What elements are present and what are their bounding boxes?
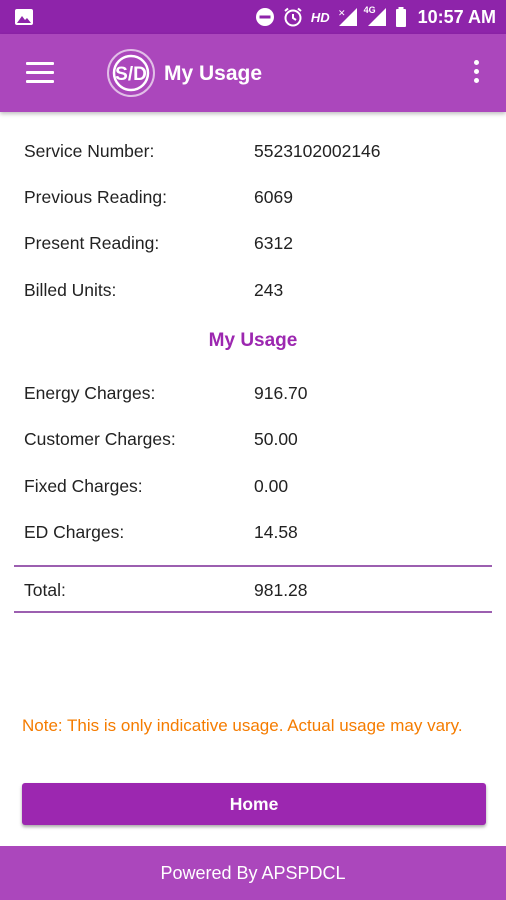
status-bar: HD ✕ 4G 10:57 AM (0, 0, 506, 34)
disclaimer-note: Note: This is only indicative usage. Act… (22, 716, 463, 735)
present-reading-value: 6312 (254, 233, 293, 253)
present-reading-label: Present Reading: (24, 233, 160, 253)
total-label: Total: (24, 580, 66, 600)
battery-icon (395, 7, 406, 27)
previous-reading-label: Previous Reading: (24, 187, 167, 207)
total-value: 981.28 (254, 580, 308, 600)
ed-charges-label: ED Charges: (24, 522, 125, 542)
total-top-divider (14, 565, 492, 567)
usage-section-title: My Usage (208, 330, 298, 351)
energy-charges-label: Energy Charges: (24, 383, 156, 403)
service-number-value: 5523102002146 (254, 141, 381, 161)
total-bottom-divider (14, 611, 492, 613)
image-notification-icon (15, 9, 33, 25)
alarm-icon (284, 7, 302, 27)
svg-text:S/D: S/D (115, 64, 147, 85)
svg-text:✕: ✕ (338, 8, 346, 18)
hamburger-menu-icon[interactable] (26, 62, 54, 84)
customer-charges-value: 50.00 (254, 429, 298, 449)
billed-units-value: 243 (254, 280, 284, 300)
energy-charges-value: 916.70 (254, 383, 308, 403)
signal-no-data-icon: ✕ (338, 8, 357, 26)
clock-time: 10:57 AM (417, 6, 496, 27)
footer-powered-by: Powered By APSPDCL (0, 846, 506, 900)
more-options-icon[interactable] (472, 60, 480, 88)
apspdcl-logo: S/D (107, 49, 155, 97)
fixed-charges-label: Fixed Charges: (24, 476, 143, 496)
app-bar: S/D My Usage (0, 34, 506, 112)
network-type-label: 4G (364, 5, 388, 27)
page-title: My Usage (164, 62, 263, 85)
billed-units-label: Billed Units: (24, 280, 117, 300)
hd-label: HD (310, 9, 330, 25)
previous-reading-value: 6069 (254, 187, 293, 207)
customer-charges-label: Customer Charges: (24, 429, 176, 449)
do-not-disturb-icon (255, 8, 274, 26)
home-button[interactable]: Home (22, 783, 486, 825)
ed-charges-value: 14.58 (254, 522, 298, 542)
service-number-label: Service Number: (24, 141, 155, 161)
fixed-charges-value: 0.00 (254, 476, 289, 496)
